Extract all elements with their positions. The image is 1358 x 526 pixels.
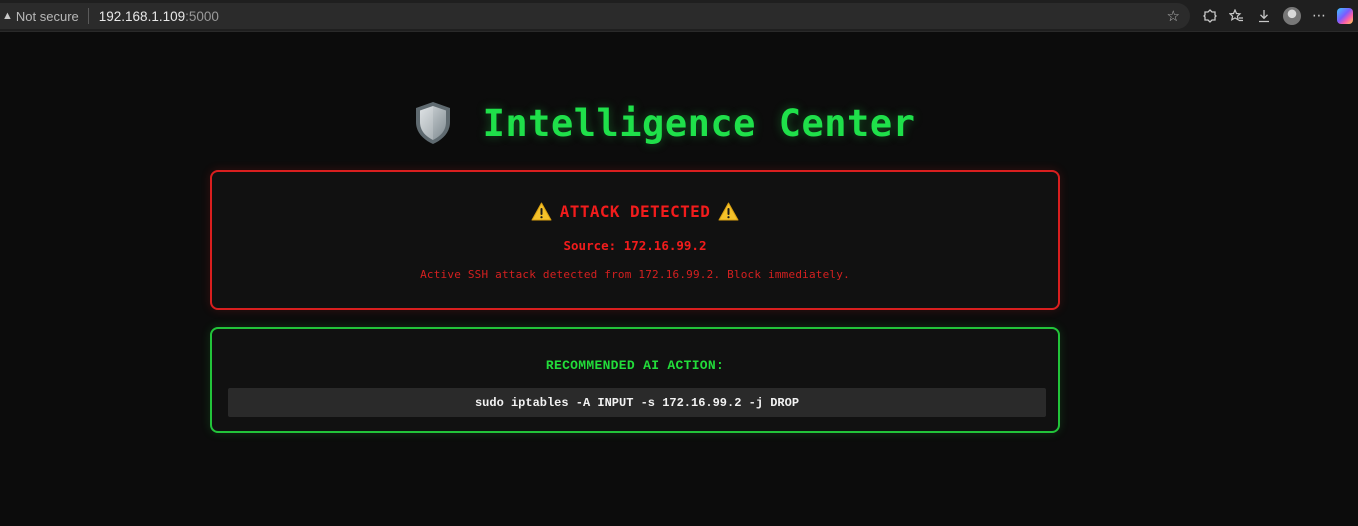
- page-header: Intelligence Center: [0, 96, 1358, 150]
- favorites-icon[interactable]: [1228, 7, 1246, 25]
- download-icon[interactable]: [1255, 7, 1273, 25]
- recommended-action-panel: RECOMMENDED AI ACTION: sudo iptables -A …: [210, 327, 1060, 433]
- command-box[interactable]: sudo iptables -A INPUT -s 172.16.99.2 -j…: [228, 388, 1046, 417]
- url-text[interactable]: 192.168.1.109:5000: [99, 9, 219, 24]
- more-menu-icon[interactable]: ⋯: [1310, 7, 1328, 25]
- url-separator: [87, 8, 89, 24]
- security-label: Not secure: [15, 8, 79, 24]
- copilot-icon[interactable]: [1337, 8, 1354, 24]
- security-indicator[interactable]: ▲ Not secure: [2, 9, 79, 24]
- url-host: 192.168.1.109: [98, 8, 186, 24]
- page-title: Intelligence Center: [482, 101, 916, 145]
- security-warning-icon: ▲: [2, 10, 13, 22]
- warning-icon: [718, 202, 739, 221]
- extensions-icon[interactable]: [1201, 7, 1219, 25]
- star-icon[interactable]: ☆: [1167, 7, 1180, 25]
- profile-avatar[interactable]: [1282, 7, 1301, 25]
- alert-description: Active SSH attack detected from 172.16.9…: [420, 268, 850, 281]
- attack-alert-panel: ATTACK DETECTED Source: 172.16.99.2 Acti…: [210, 170, 1060, 310]
- url-port: :5000: [185, 8, 219, 24]
- alert-title: ATTACK DETECTED: [559, 202, 711, 221]
- alert-heading: ATTACK DETECTED: [212, 202, 1058, 221]
- alert-source: Source: 172.16.99.2: [563, 238, 707, 253]
- shield-icon: [415, 102, 450, 144]
- action-title: RECOMMENDED AI ACTION:: [545, 358, 725, 373]
- browser-toolbar: ▲ Not secure 192.168.1.109:5000 ☆ ⋯: [0, 0, 1358, 32]
- toolbar-icons: ⋯: [1196, 0, 1358, 32]
- warning-icon: [531, 202, 552, 221]
- address-bar[interactable]: ▲ Not secure 192.168.1.109:5000 ☆: [0, 3, 1190, 29]
- command-text: sudo iptables -A INPUT -s 172.16.99.2 -j…: [474, 395, 800, 410]
